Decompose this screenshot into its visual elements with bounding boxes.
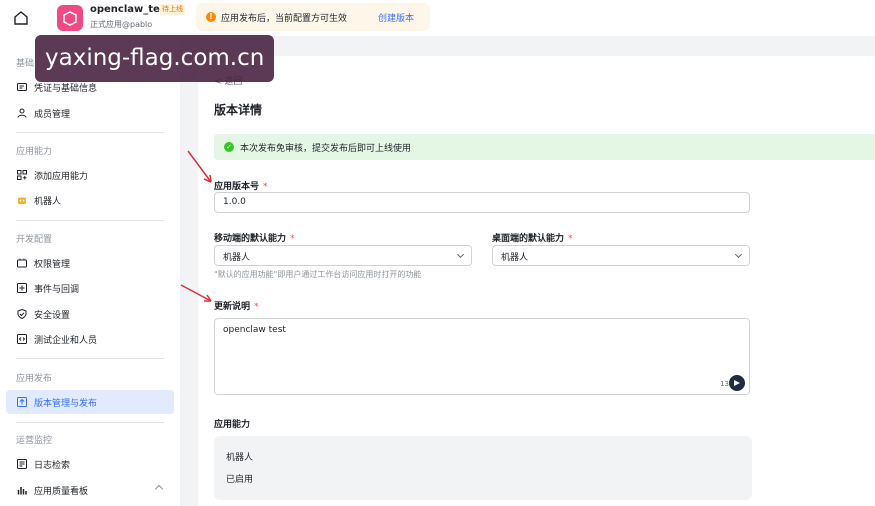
chevron-up-icon[interactable] [154, 484, 164, 494]
sidebar-divider [16, 132, 164, 133]
sidebar-item-label: 应用质量看板 [34, 487, 89, 497]
warning-icon: ! [206, 12, 216, 22]
capability-card: 机器人 已启用 [214, 436, 752, 500]
sidebar-item-robot[interactable]: 机器人 [6, 188, 174, 212]
sidebar-item-permissions[interactable]: 权限管理 [6, 251, 174, 275]
sidebar-section-publish: 应用发布 [16, 374, 53, 384]
log-icon [17, 459, 27, 469]
upload-icon [17, 397, 27, 407]
sidebar-divider [16, 422, 164, 423]
desktop-ability-select[interactable]: 机器人 [492, 245, 750, 266]
sidebar-item-label: 事件与回调 [34, 285, 80, 295]
sidebar-section-dev: 开发配置 [16, 235, 53, 245]
app-subtitle: 正式应用@pablo [90, 20, 153, 29]
sidebar-item-test-org[interactable]: 测试企业和人员 [6, 327, 174, 351]
capability-name: 机器人 [226, 453, 254, 463]
ability-hint: "默认的应用功能"即用户通过工作台访问应用时打开的功能 [214, 270, 422, 279]
sidebar-item-security[interactable]: 安全设置 [6, 302, 174, 326]
main-panel: < 返回 版本详情 ✓ 本次发布免审核，提交发布后即可上线使用 应用版本号 * 1… [198, 56, 875, 506]
sidebar-divider [16, 358, 164, 359]
top-bar: openclaw_test 待上线 正式应用@pablo ! 应用发布后，当前配… [0, 0, 875, 36]
capability-section-title: 应用能力 [214, 420, 251, 430]
robot-icon [18, 197, 26, 204]
id-card-icon [17, 83, 27, 91]
sidebar-item-label: 测试企业和人员 [34, 336, 98, 346]
version-input[interactable]: 1.0.0 [214, 192, 750, 213]
sidebar-item-label: 凭证与基础信息 [34, 84, 98, 94]
app-icon [57, 5, 83, 31]
sidebar-item-quality-dashboard[interactable]: 应用质量看板 [6, 478, 174, 502]
desktop-ability-label: 桌面端的默认能力 * [492, 234, 573, 244]
char-count: 13 [720, 380, 729, 388]
mobile-ability-label: 移动端的默认能力 * [214, 234, 295, 244]
sidebar-divider [16, 220, 164, 221]
assistant-icon[interactable] [729, 375, 745, 391]
version-label: 应用版本号 * [214, 182, 268, 192]
sidebar-item-version-publish[interactable]: 版本管理与发布 [6, 390, 174, 414]
sidebar: 基础 凭证与基础信息 成员管理 应用能力 添加应用能力 机器人 开发配置 权限管… [0, 36, 180, 506]
key-icon [17, 258, 27, 268]
mobile-ability-select[interactable]: 机器人 [214, 245, 472, 266]
home-icon[interactable] [12, 9, 30, 27]
status-badge: 待上线 [160, 4, 185, 15]
watermark: yaxing-flag.com.cn [35, 35, 274, 82]
sidebar-item-label: 成员管理 [34, 110, 71, 120]
app-name: openclaw_test [90, 4, 171, 15]
notes-textarea[interactable]: openclaw test 13 [214, 318, 750, 395]
publish-notice: ! 应用发布后，当前配置方可生效 创建版本 [196, 3, 430, 31]
sidebar-section-capabilities: 应用能力 [16, 147, 53, 157]
success-banner-text: 本次发布免审核，提交发布后即可上线使用 [240, 144, 412, 154]
check-icon: ✓ [224, 142, 234, 152]
sidebar-section-basic: 基础 [16, 59, 35, 69]
create-version-link[interactable]: 创建版本 [378, 11, 414, 24]
sidebar-item-members[interactable]: 成员管理 [6, 101, 174, 125]
grid-icon [17, 170, 27, 180]
page-title: 版本详情 [214, 103, 263, 117]
sidebar-item-label: 安全设置 [34, 311, 71, 321]
capability-status: 已启用 [226, 475, 254, 485]
chevron-down-icon [734, 250, 743, 259]
sidebar-item-logs[interactable]: 日志检索 [6, 452, 174, 476]
sidebar-item-add-capability[interactable]: 添加应用能力 [6, 163, 174, 187]
event-icon [17, 283, 27, 293]
sidebar-item-label: 机器人 [34, 197, 62, 207]
code-icon [17, 334, 27, 344]
success-banner: ✓ 本次发布免审核，提交发布后即可上线使用 [214, 134, 875, 160]
sidebar-section-monitor: 运营监控 [16, 436, 53, 446]
sidebar-item-label: 日志检索 [34, 461, 71, 471]
sidebar-item-label: 权限管理 [34, 260, 71, 270]
sidebar-item-events[interactable]: 事件与回调 [6, 276, 174, 300]
chart-icon [17, 487, 27, 495]
chevron-down-icon [456, 250, 465, 259]
notes-label: 更新说明 * [214, 302, 259, 312]
shield-icon [17, 309, 27, 319]
notice-text: 应用发布后，当前配置方可生效 [221, 14, 348, 24]
sidebar-item-label: 添加应用能力 [34, 172, 89, 182]
sidebar-item-label: 版本管理与发布 [34, 399, 98, 409]
user-icon [17, 108, 27, 118]
